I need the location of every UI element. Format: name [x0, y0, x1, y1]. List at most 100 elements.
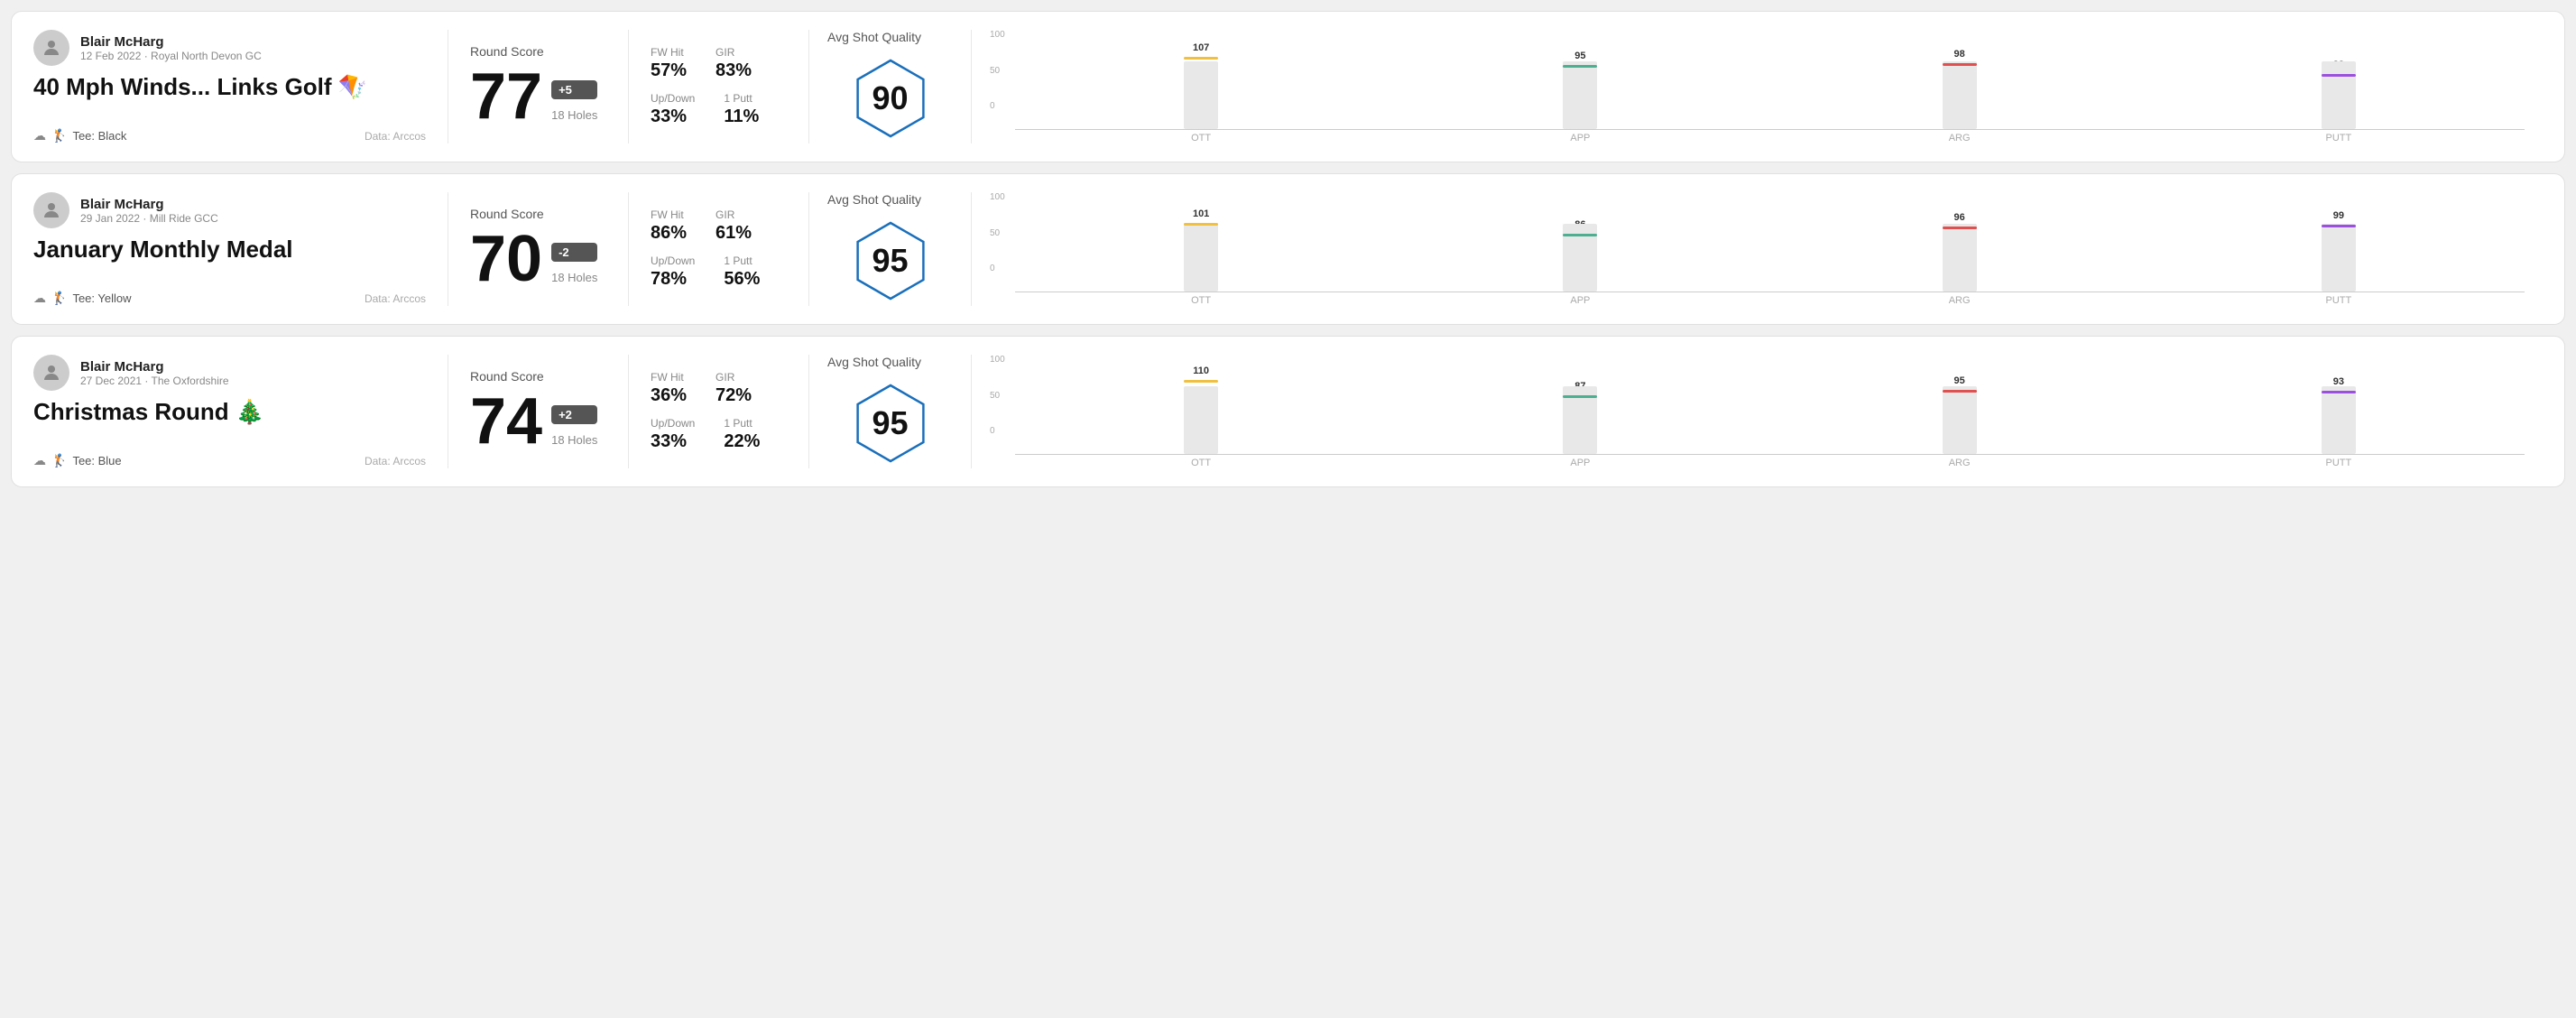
- quality-score: 95: [872, 242, 908, 280]
- tee-label: Tee: Blue: [72, 454, 121, 467]
- fw-hit-stat: FW Hit 57%: [651, 46, 687, 81]
- user-icon: [41, 199, 62, 221]
- score-label: Round Score: [470, 369, 606, 384]
- bar-line: [1563, 65, 1597, 68]
- bar-group: 86: [1394, 210, 1766, 292]
- user-info: Blair McHarg 12 Feb 2022 · Royal North D…: [80, 34, 262, 62]
- user-row: Blair McHarg 29 Jan 2022 · Mill Ride GCC: [33, 192, 426, 228]
- bar-bg: [1563, 61, 1597, 129]
- score-label: Round Score: [470, 44, 606, 59]
- bar-line: [1943, 63, 1977, 66]
- stats-row-bottom: Up/Down 33% 1 Putt 11%: [651, 92, 787, 127]
- card-stats: FW Hit 86% GIR 61% Up/Down 78% 1 Putt 56…: [629, 192, 809, 306]
- score-badge: -2: [551, 243, 597, 262]
- bar-line: [1943, 390, 1977, 393]
- score-label: Round Score: [470, 207, 606, 221]
- card-quality: Avg Shot Quality 95: [809, 355, 972, 468]
- bar-value: 101: [1193, 208, 1209, 219]
- bar-line: [1563, 234, 1597, 236]
- user-row: Blair McHarg 27 Dec 2021 · The Oxfordshi…: [33, 355, 426, 391]
- hexagon-container: 90: [845, 53, 936, 143]
- bar-group: 87: [1394, 373, 1766, 454]
- up-down-stat: Up/Down 33%: [651, 417, 695, 452]
- card-chart: 100 50 0 110 87 95: [972, 355, 2543, 468]
- card-left: Blair McHarg 27 Dec 2021 · The Oxfordshi…: [33, 355, 448, 468]
- bar-value: 95: [1954, 375, 1965, 386]
- fw-hit-label: FW Hit: [651, 46, 687, 59]
- score-holes: 18 Holes: [551, 433, 597, 447]
- card-stats: FW Hit 36% GIR 72% Up/Down 33% 1 Putt 22…: [629, 355, 809, 468]
- x-label: OTT: [1015, 295, 1387, 306]
- card-footer: ☁ 🏌 Tee: Black Data: Arccos: [33, 128, 426, 143]
- bar-group: 96: [1774, 210, 2146, 292]
- avatar: [33, 355, 69, 391]
- score-badge: +5: [551, 80, 597, 99]
- score-number: 70: [470, 227, 542, 292]
- score-number: 74: [470, 389, 542, 454]
- bar-line: [2322, 391, 2356, 393]
- bar-value: 110: [1193, 366, 1209, 376]
- bag-icon: 🏌: [51, 291, 67, 306]
- bar-group: 110: [1015, 373, 1387, 454]
- quality-label: Avg Shot Quality: [827, 30, 921, 44]
- card-quality: Avg Shot Quality 95: [809, 192, 972, 306]
- avatar: [33, 192, 69, 228]
- fw-hit-value: 86%: [651, 223, 687, 244]
- x-label: PUTT: [2153, 458, 2525, 468]
- user-icon: [41, 362, 62, 384]
- score-holes: 18 Holes: [551, 108, 597, 122]
- bar-line: [1184, 223, 1218, 226]
- card-footer: ☁ 🏌 Tee: Blue Data: Arccos: [33, 453, 426, 468]
- score-meta: +5 18 Holes: [551, 80, 597, 129]
- fw-hit-label: FW Hit: [651, 208, 687, 221]
- bar-group: 107: [1015, 48, 1387, 129]
- gir-label: GIR: [716, 371, 752, 384]
- x-label: APP: [1394, 458, 1766, 468]
- one-putt-value: 11%: [724, 106, 759, 127]
- user-name: Blair McHarg: [80, 359, 229, 375]
- x-label: APP: [1394, 133, 1766, 143]
- bar-group: 93: [2153, 373, 2525, 454]
- bar-bg: [1184, 224, 1218, 292]
- bar-value: 107: [1193, 42, 1209, 53]
- bar-bg: [2322, 61, 2356, 129]
- one-putt-stat: 1 Putt 11%: [724, 92, 759, 127]
- user-meta: 12 Feb 2022 · Royal North Devon GC: [80, 50, 262, 62]
- data-source: Data: Arccos: [365, 130, 426, 143]
- stats-row-top: FW Hit 57% GIR 83%: [651, 46, 787, 81]
- x-label: PUTT: [2153, 295, 2525, 306]
- quality-score: 95: [872, 404, 908, 442]
- up-down-value: 78%: [651, 269, 695, 290]
- round-card: Blair McHarg 12 Feb 2022 · Royal North D…: [11, 11, 2565, 162]
- user-info: Blair McHarg 29 Jan 2022 · Mill Ride GCC: [80, 197, 218, 225]
- fw-hit-label: FW Hit: [651, 371, 687, 384]
- bar-chart: 100 50 0 101 86 96: [990, 192, 2525, 306]
- bar-group: 95: [1774, 373, 2146, 454]
- bar-line: [1184, 380, 1218, 383]
- card-left: Blair McHarg 12 Feb 2022 · Royal North D…: [33, 30, 448, 143]
- weather-icon: ☁: [33, 291, 46, 306]
- weather-icon: ☁: [33, 453, 46, 468]
- bar-chart: 100 50 0 110 87 95: [990, 355, 2525, 468]
- bar-group: 101: [1015, 210, 1387, 292]
- x-label: ARG: [1774, 133, 2146, 143]
- bar-line: [1563, 395, 1597, 398]
- x-label: PUTT: [2153, 133, 2525, 143]
- bar-group: 82: [2153, 48, 2525, 129]
- x-label: OTT: [1015, 458, 1387, 468]
- quality-label: Avg Shot Quality: [827, 355, 921, 369]
- card-quality: Avg Shot Quality 90: [809, 30, 972, 143]
- round-card: Blair McHarg 29 Jan 2022 · Mill Ride GCC…: [11, 173, 2565, 325]
- weather-icon: ☁: [33, 128, 46, 143]
- hexagon-container: 95: [845, 216, 936, 306]
- one-putt-value: 56%: [724, 269, 760, 290]
- bar-bg: [2322, 224, 2356, 292]
- score-row: 74 +2 18 Holes: [470, 389, 606, 454]
- tee-info: ☁ 🏌 Tee: Black: [33, 128, 126, 143]
- user-info: Blair McHarg 27 Dec 2021 · The Oxfordshi…: [80, 359, 229, 387]
- card-score: Round Score 77 +5 18 Holes: [448, 30, 629, 143]
- x-label: ARG: [1774, 295, 2146, 306]
- user-meta: 29 Jan 2022 · Mill Ride GCC: [80, 212, 218, 225]
- stats-row-bottom: Up/Down 33% 1 Putt 22%: [651, 417, 787, 452]
- fw-hit-stat: FW Hit 86%: [651, 208, 687, 244]
